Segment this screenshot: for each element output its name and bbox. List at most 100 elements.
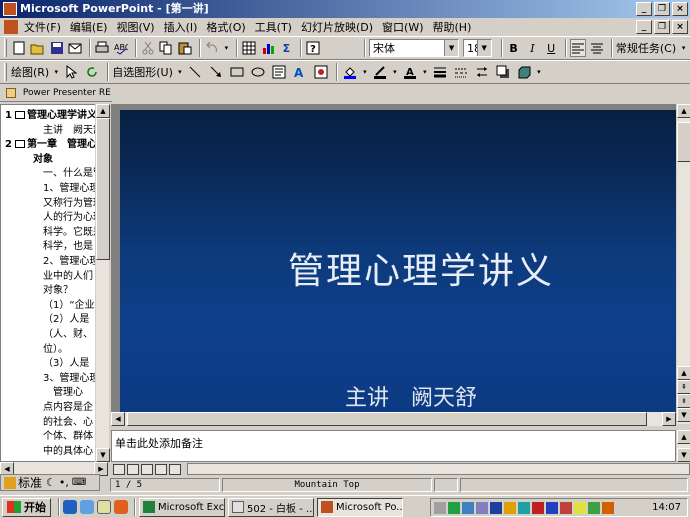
menu-slideshow[interactable]: 幻灯片放映(D)	[301, 19, 373, 35]
panel-tab[interactable]: Power Presenter RE	[0, 84, 112, 102]
menu-insert[interactable]: 插入(I)	[164, 19, 198, 35]
italic-icon[interactable]: I	[524, 39, 540, 57]
dash-style-icon[interactable]	[452, 63, 470, 81]
save-icon[interactable]	[49, 39, 65, 57]
align-left-icon[interactable]	[570, 39, 587, 57]
clip-art-icon[interactable]	[312, 63, 330, 81]
outlook-icon[interactable]	[80, 500, 94, 514]
slide-scrollbar[interactable]: ▲ ▲ ⇞ ⇟ ▼	[676, 104, 690, 424]
chevron-down-icon[interactable]: ▼	[444, 40, 459, 56]
draw-menu[interactable]: 绘图(R)	[11, 64, 49, 80]
document-icon[interactable]	[4, 20, 18, 34]
scroll-left-icon[interactable]: ◀	[111, 412, 125, 426]
insert-chart-icon[interactable]	[260, 39, 276, 57]
outline-view-icon[interactable]	[127, 463, 139, 475]
toolbar-grip[interactable]	[4, 63, 7, 81]
taskbar-powerpoint[interactable]: Microsoft Po...	[317, 497, 403, 517]
bold-icon[interactable]: B	[506, 39, 522, 57]
normal-view-icon[interactable]	[113, 463, 125, 475]
scroll-up-icon[interactable]: ▲	[96, 104, 110, 118]
desktop-icon[interactable]	[97, 500, 111, 514]
tray-icon[interactable]	[504, 501, 516, 514]
font-name-combo[interactable]: 宋体 ▼	[369, 39, 460, 57]
slide-icon[interactable]	[14, 111, 25, 119]
chevron-down-icon[interactable]: ▾	[362, 63, 368, 81]
font-color-icon[interactable]: A	[401, 63, 419, 81]
text-box-icon[interactable]	[270, 63, 288, 81]
tray-icon[interactable]	[546, 501, 558, 514]
tray-icon[interactable]	[560, 501, 572, 514]
line-color-icon[interactable]	[371, 63, 389, 81]
chevron-down-icon[interactable]: ▾	[536, 63, 542, 81]
shadow-icon[interactable]	[494, 63, 512, 81]
insert-table-icon[interactable]	[241, 39, 257, 57]
spelling-icon[interactable]: ABC	[113, 39, 129, 57]
chevron-down-icon[interactable]: ▾	[177, 63, 183, 81]
restore-button[interactable]: ❐	[654, 2, 670, 16]
taskbar-whiteboard[interactable]: 502 - 白板 - ...	[228, 497, 314, 517]
fill-color-icon[interactable]	[341, 63, 359, 81]
scroll-up-icon[interactable]: ▲	[677, 366, 690, 380]
line-style-icon[interactable]	[431, 63, 449, 81]
notes-pane[interactable]: 单击此处添加备注	[111, 430, 676, 462]
menu-window[interactable]: 窗口(W)	[382, 19, 423, 35]
tray-icon[interactable]	[434, 501, 446, 514]
slideshow-view-icon[interactable]	[169, 463, 181, 475]
chevron-down-icon[interactable]: ▾	[53, 63, 59, 81]
media-icon[interactable]	[114, 500, 128, 514]
toolbar-grip[interactable]	[4, 39, 7, 57]
cut-icon[interactable]	[140, 39, 156, 57]
3d-icon[interactable]	[515, 63, 533, 81]
ime-icon[interactable]	[4, 476, 16, 489]
autoshapes-menu[interactable]: 自选图形(U)	[112, 64, 173, 80]
menu-tools[interactable]: 工具(T)	[255, 19, 292, 35]
close-button[interactable]: ×	[672, 2, 688, 16]
font-size-combo[interactable]: 18 ▼	[463, 39, 492, 57]
scroll-up-icon[interactable]: ▲	[677, 430, 690, 444]
tray-icon[interactable]	[588, 501, 600, 514]
arrow-icon[interactable]	[207, 63, 225, 81]
taskbar-excel[interactable]: Microsoft Exc...	[139, 497, 225, 517]
scroll-down-icon[interactable]: ▼	[96, 448, 110, 462]
doc-restore-button[interactable]: ❐	[654, 20, 670, 34]
help-icon[interactable]: ?	[305, 39, 321, 57]
align-center-icon[interactable]	[589, 39, 605, 57]
slide-canvas[interactable]: 管理心理学讲义 主讲 阙天舒	[120, 110, 680, 420]
scroll-up-icon[interactable]: ▲	[677, 104, 690, 118]
outline-pane[interactable]: 1管理心理学讲义主讲 阙天舒2第一章 管理心理学的研究对象一、什么是管理心理学1…	[0, 104, 108, 462]
outline-line[interactable]: 2 第一章 管理心理学的研究	[5, 138, 99, 152]
sigma-icon[interactable]: Σ	[278, 39, 294, 57]
moon-icon[interactable]: ☾	[46, 476, 56, 489]
notes-scrollbar[interactable]: ▲ ▼	[676, 430, 690, 462]
tray-icon[interactable]	[462, 501, 474, 514]
menu-help[interactable]: 帮助(H)	[433, 19, 472, 35]
menu-format[interactable]: 格式(O)	[206, 19, 245, 35]
slide-subtitle[interactable]: 主讲 阙天舒	[345, 380, 477, 412]
open-icon[interactable]	[30, 39, 46, 57]
tray-icon[interactable]	[490, 501, 502, 514]
chevron-down-icon[interactable]: ▾	[392, 63, 398, 81]
menu-edit[interactable]: 编辑(E)	[70, 19, 108, 35]
tray-icon[interactable]	[448, 501, 460, 514]
minimize-button[interactable]: _	[636, 2, 652, 16]
paste-icon[interactable]	[177, 39, 193, 57]
copy-icon[interactable]	[159, 39, 175, 57]
start-button[interactable]: 开始	[2, 497, 51, 517]
view-hscrollbar[interactable]	[187, 463, 690, 475]
keyboard-icon[interactable]: ⌨	[72, 477, 86, 488]
menu-file[interactable]: 文件(F)	[24, 19, 61, 35]
undo-icon[interactable]	[204, 39, 220, 57]
free-rotate-icon[interactable]	[83, 63, 101, 81]
tray-icon[interactable]	[518, 501, 530, 514]
doc-close-button[interactable]: ×	[672, 20, 688, 34]
slide-icon[interactable]	[14, 140, 25, 149]
tray-icon[interactable]	[602, 501, 614, 514]
punctuation-icon[interactable]: •,	[59, 476, 69, 489]
chevron-down-icon[interactable]: ▾	[223, 39, 230, 57]
slide-hscrollbar[interactable]: ◀ ▶	[111, 412, 676, 426]
email-icon[interactable]	[67, 39, 83, 57]
scroll-down-icon[interactable]: ▼	[677, 408, 690, 422]
scroll-thumb[interactable]	[127, 412, 647, 426]
scroll-thumb[interactable]	[96, 118, 110, 260]
outline-scrollbar[interactable]: ▲ ▼	[95, 104, 110, 462]
